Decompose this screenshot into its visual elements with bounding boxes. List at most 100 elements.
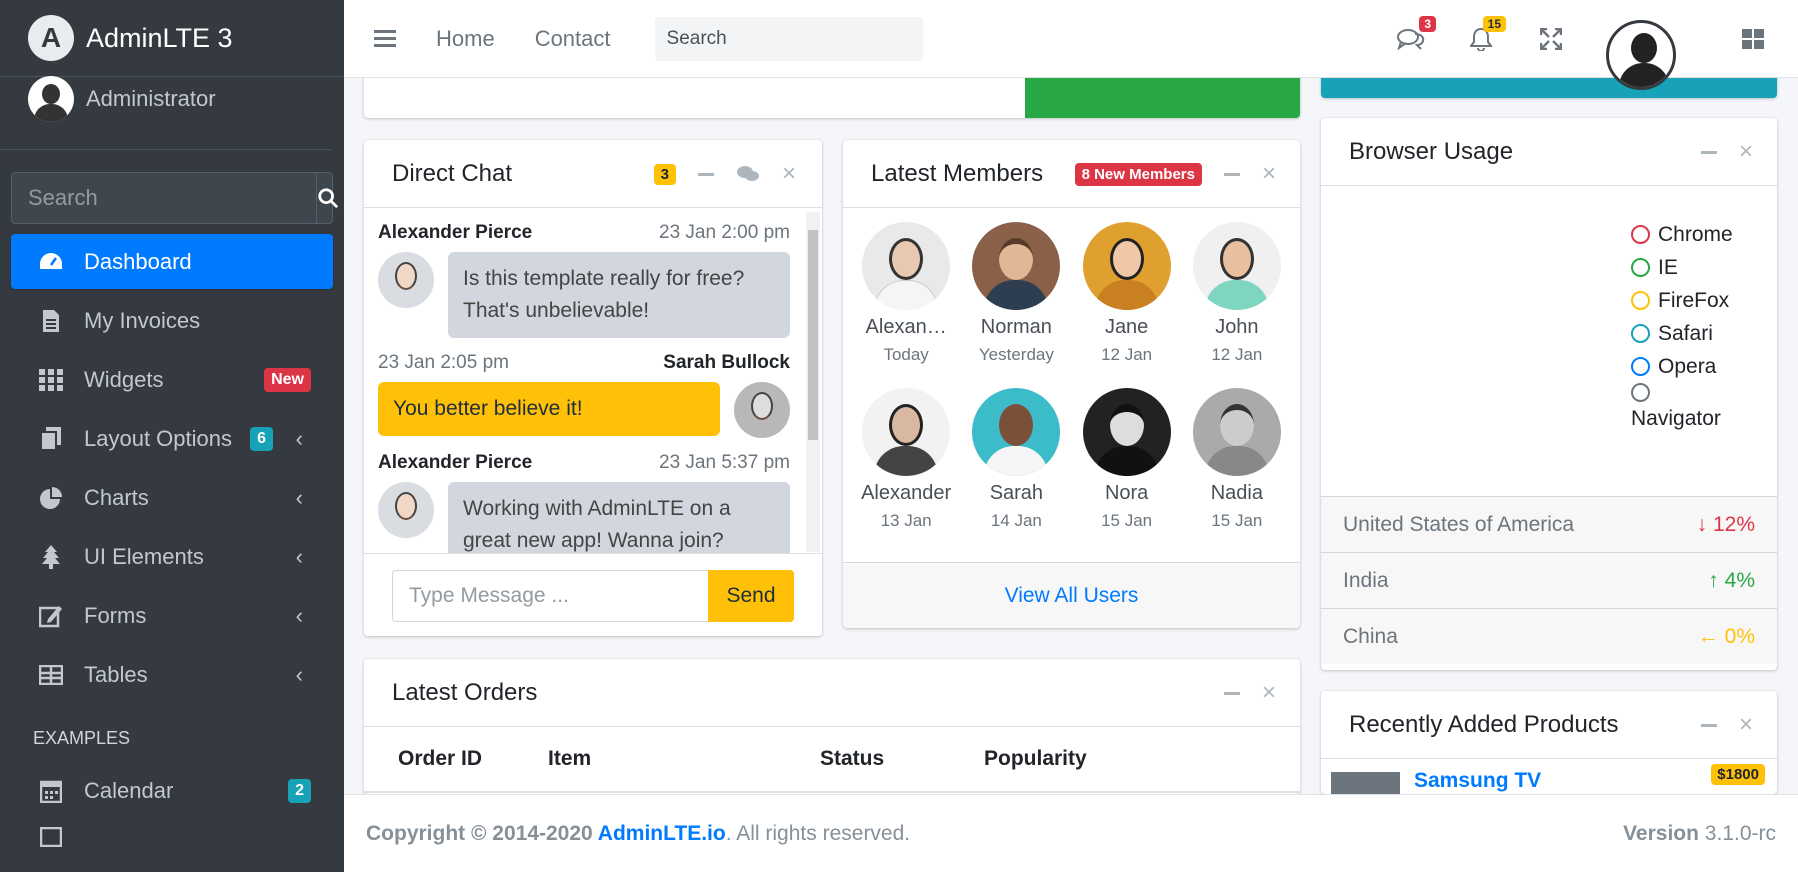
- member-date: 14 Jan: [990, 511, 1042, 530]
- member-item[interactable]: Norman Yesterday: [961, 222, 1071, 388]
- close-icon[interactable]: ×: [1262, 681, 1276, 705]
- member-name: Norman: [980, 316, 1052, 338]
- brand-link[interactable]: A AdminLTE 3: [0, 0, 344, 77]
- notifications-button[interactable]: 15: [1466, 16, 1506, 54]
- adminlte-link[interactable]: AdminLTE.io: [598, 822, 726, 845]
- top-right-tools: 3 15: [1396, 0, 1798, 90]
- sidebar-item-widgets[interactable]: Widgets New: [11, 352, 333, 407]
- copy-icon: [38, 426, 64, 452]
- card-title: Latest Orders: [392, 678, 538, 706]
- copyright-text: Copyright © 2014-2020: [366, 821, 598, 845]
- calendar-icon: [38, 778, 64, 804]
- chevron-left-icon: ‹: [295, 425, 303, 451]
- member-item[interactable]: John 12 Jan: [1182, 222, 1292, 388]
- member-photo: [1192, 222, 1281, 310]
- list-item[interactable]: China ← 0%: [1321, 608, 1777, 664]
- close-icon[interactable]: ×: [1739, 140, 1753, 164]
- member-date: 12 Jan: [1101, 345, 1153, 364]
- send-button[interactable]: Send: [708, 570, 794, 622]
- legend-item: FireFox: [1631, 284, 1751, 317]
- country-name: China: [1343, 624, 1398, 648]
- control-sidebar-button[interactable]: [1738, 24, 1768, 54]
- user-avatar-menu[interactable]: [1606, 20, 1676, 90]
- pie-chart-icon: [38, 485, 64, 511]
- message-author: Sarah Bullock: [663, 352, 790, 373]
- legend-dot: [1631, 324, 1650, 343]
- table-icon: [38, 662, 64, 688]
- card-tools: ×: [1700, 691, 1753, 759]
- messages-badge: 3: [1419, 16, 1436, 32]
- tree-icon: [38, 544, 64, 570]
- sidebar-item-dashboard[interactable]: Dashboard: [11, 234, 333, 289]
- product-item[interactable]: Samsung TV $1800: [1321, 759, 1777, 794]
- legend-item: Chrome: [1631, 218, 1751, 251]
- member-date: Today: [883, 345, 929, 364]
- sidebar-item-layout-options[interactable]: Layout Options 6 ‹: [11, 411, 333, 466]
- sidebar-header-examples: EXAMPLES: [33, 728, 131, 748]
- message-time: 23 Jan 5:37 pm: [659, 452, 790, 473]
- minimize-icon[interactable]: [697, 172, 714, 176]
- fullscreen-button[interactable]: [1536, 24, 1566, 54]
- close-icon[interactable]: ×: [782, 162, 796, 186]
- messages-button[interactable]: 3: [1396, 16, 1436, 54]
- card-tools: 8 New Members ×: [1074, 140, 1276, 208]
- user-avatar: [28, 76, 74, 122]
- nav-link-home[interactable]: Home: [436, 26, 495, 52]
- chat-message: You better believe it!: [378, 382, 790, 438]
- direct-chat-card: Direct Chat 3 × Alexander Pierce 23 Jan …: [364, 140, 822, 636]
- sidebar-item-ui-elements[interactable]: UI Elements ‹: [11, 529, 333, 584]
- member-item[interactable]: Nora 15 Jan: [1072, 388, 1182, 554]
- user-panel[interactable]: Administrator: [0, 76, 332, 150]
- comments-icon[interactable]: [736, 164, 760, 184]
- member-item[interactable]: Alexander 13 Jan: [851, 388, 961, 554]
- minimize-icon[interactable]: [1700, 723, 1717, 727]
- minimize-icon[interactable]: [1223, 172, 1240, 176]
- message-input[interactable]: [392, 570, 708, 622]
- close-icon[interactable]: ×: [1739, 713, 1753, 737]
- scrollbar[interactable]: [806, 212, 820, 552]
- usage-value: ↑ 4%: [1708, 569, 1755, 593]
- sidebar-item-tables[interactable]: Tables ‹: [11, 647, 333, 702]
- expand-icon: [1540, 28, 1562, 50]
- country-name: India: [1343, 568, 1389, 592]
- recent-products-card: Recently Added Products × Samsung TV $18…: [1321, 691, 1777, 794]
- column-header: Item: [548, 747, 592, 770]
- sidebar-item-charts[interactable]: Charts ‹: [11, 470, 333, 525]
- legend-label: IE: [1658, 256, 1678, 279]
- top-search-input[interactable]: [666, 27, 912, 50]
- sidebar-search-input[interactable]: [12, 173, 316, 223]
- message-time: 23 Jan 2:05 pm: [378, 352, 509, 373]
- user-name: Administrator: [86, 86, 216, 111]
- message-bubble: Working with AdminLTE on a great new app…: [448, 482, 790, 553]
- chat-messages[interactable]: Alexander Pierce 23 Jan 2:00 pm Is this …: [364, 208, 822, 553]
- minimize-icon[interactable]: [1700, 150, 1717, 154]
- member-date: 12 Jan: [1211, 345, 1263, 364]
- close-icon[interactable]: ×: [1262, 162, 1276, 186]
- list-item[interactable]: United States of America ↓ 12%: [1321, 496, 1777, 552]
- member-item[interactable]: Nadia 15 Jan: [1182, 388, 1292, 554]
- member-date: Yesterday: [978, 345, 1054, 364]
- message-meta: 23 Jan 2:05 pm Sarah Bullock: [378, 352, 790, 374]
- nav-link-contact[interactable]: Contact: [535, 26, 611, 52]
- minimize-icon[interactable]: [1223, 691, 1240, 695]
- member-item[interactable]: Alexan… Today: [851, 222, 961, 388]
- sidebar-item-forms[interactable]: Forms ‹: [11, 588, 333, 643]
- usage-percent: 0%: [1724, 624, 1755, 648]
- member-photo: [862, 222, 951, 310]
- count-badge: 6: [250, 426, 273, 451]
- member-item[interactable]: Sarah 14 Jan: [961, 388, 1071, 554]
- legend-label: FireFox: [1658, 289, 1730, 312]
- member-name: John: [1215, 316, 1259, 338]
- message-author: Alexander Pierce: [378, 222, 533, 243]
- sidebar-item-invoices[interactable]: My Invoices: [11, 293, 333, 348]
- brand-name: AdminLTE 3: [86, 22, 233, 53]
- product-name[interactable]: Samsung TV: [1414, 769, 1541, 793]
- menu-toggle-icon[interactable]: [374, 26, 396, 51]
- sidebar-search-button[interactable]: [316, 173, 339, 223]
- member-item[interactable]: Jane 12 Jan: [1072, 222, 1182, 388]
- sidebar-item-label: My Invoices: [84, 307, 201, 333]
- sidebar-item-calendar[interactable]: Calendar 2: [11, 763, 333, 818]
- view-all-users-link[interactable]: View All Users: [843, 562, 1300, 628]
- list-item[interactable]: India ↑ 4%: [1321, 552, 1777, 608]
- sidebar-item-partial[interactable]: [11, 822, 333, 852]
